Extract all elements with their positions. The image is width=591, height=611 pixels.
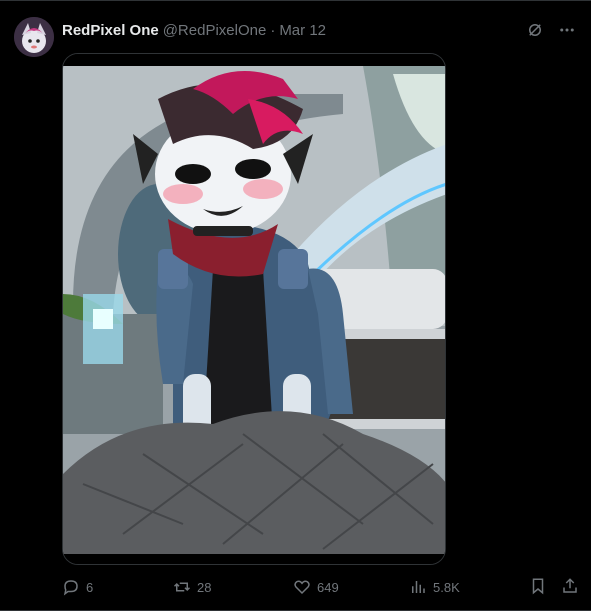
more-icon[interactable] bbox=[557, 20, 577, 40]
bookmark-icon bbox=[532, 578, 544, 594]
post: RedPixel One @RedPixelOne · Mar 12 6 28 … bbox=[0, 0, 591, 611]
views-icon bbox=[412, 581, 425, 593]
views-button[interactable]: 5.8K bbox=[409, 578, 519, 596]
repost-button[interactable]: 28 bbox=[173, 578, 293, 596]
reply-button[interactable]: 6 bbox=[62, 578, 173, 596]
post-header: RedPixel One @RedPixelOne · Mar 12 bbox=[62, 19, 577, 41]
heart-icon bbox=[294, 580, 310, 595]
display-name[interactable]: RedPixel One bbox=[62, 22, 159, 39]
avatar[interactable] bbox=[14, 17, 54, 57]
like-button[interactable]: 649 bbox=[293, 578, 409, 596]
post-image[interactable] bbox=[62, 53, 446, 565]
views-count: 5.8K bbox=[433, 579, 460, 595]
reply-count: 6 bbox=[86, 579, 94, 595]
repost-count: 28 bbox=[197, 579, 212, 595]
share-icon bbox=[563, 577, 577, 593]
separator-dot: · bbox=[270, 21, 276, 39]
repost-icon bbox=[173, 582, 191, 592]
share-button[interactable] bbox=[561, 577, 579, 598]
reply-icon bbox=[63, 580, 78, 596]
like-count: 649 bbox=[317, 579, 339, 595]
user-handle[interactable]: @RedPixelOne bbox=[163, 22, 267, 39]
action-bar: 6 28 649 5.8K bbox=[62, 575, 579, 599]
bookmark-button[interactable] bbox=[529, 577, 547, 598]
post-date[interactable]: Mar 12 bbox=[279, 22, 326, 39]
grok-icon[interactable] bbox=[525, 20, 545, 40]
